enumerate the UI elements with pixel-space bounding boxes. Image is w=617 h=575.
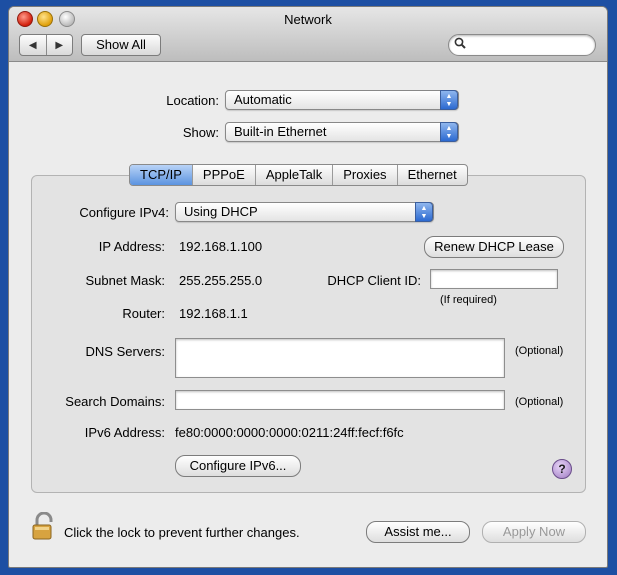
tab-proxies[interactable]: Proxies (332, 165, 396, 185)
forward-arrow-icon[interactable]: ▶ (47, 35, 73, 55)
window-title: Network (284, 12, 332, 27)
dns-servers-field[interactable] (175, 338, 505, 378)
assist-me-button[interactable]: Assist me... (366, 521, 470, 543)
configure-ipv4-label: Configure IPv4: (79, 205, 169, 220)
tab-ethernet[interactable]: Ethernet (396, 165, 467, 185)
dns-servers-label: DNS Servers: (85, 344, 165, 359)
show-value: Built-in Ethernet (234, 124, 327, 139)
popup-arrows-icon: ▲ ▼ (415, 202, 433, 222)
dhcp-client-id-field[interactable] (430, 269, 558, 289)
ip-address-label: IP Address: (98, 239, 165, 254)
network-preferences-window: Network ◀ ▶ Show All Location: Automatic… (8, 6, 608, 568)
padlock-icon[interactable] (31, 511, 57, 540)
dns-optional-note: (Optional) (515, 345, 564, 357)
router-value: 192.168.1.1 (179, 306, 248, 321)
if-required-note: (If required) (440, 294, 497, 306)
ipv6-address-value: fe80:0000:0000:0000:0211:24ff:fecf:f6fc (175, 425, 404, 440)
tab-pppoe[interactable]: PPPoE (191, 165, 255, 185)
search-domains-label: Search Domains: (65, 394, 165, 409)
show-label: Show: (182, 125, 219, 140)
configure-ipv4-value: Using DHCP (184, 204, 258, 219)
ipv6-address-label: IPv6 Address: (84, 425, 165, 440)
show-popup[interactable]: Built-in Ethernet ▲ ▼ (225, 122, 459, 142)
search-field[interactable] (448, 34, 596, 56)
help-icon[interactable]: ? (552, 459, 572, 479)
location-popup[interactable]: Automatic ▲ ▼ (225, 90, 459, 110)
ip-address-value: 192.168.1.100 (179, 239, 263, 254)
search-domains-field[interactable] (175, 390, 505, 410)
apply-now-button[interactable]: Apply Now (482, 521, 586, 543)
show-all-button[interactable]: Show All (81, 34, 161, 56)
popup-arrows-icon: ▲ ▼ (440, 122, 458, 142)
search-input[interactable] (469, 37, 591, 54)
popup-arrows-icon: ▲ ▼ (440, 90, 458, 110)
tab-content-panel (31, 175, 586, 493)
back-arrow-icon[interactable]: ◀ (20, 35, 47, 55)
title-bar: Network ◀ ▶ Show All (9, 7, 607, 62)
tab-appletalk[interactable]: AppleTalk (254, 165, 332, 185)
configure-ipv4-popup[interactable]: Using DHCP ▲ ▼ (175, 202, 434, 222)
location-label: Location: (166, 93, 219, 108)
location-value: Automatic (234, 92, 292, 107)
tab-bar: TCP/IP PPPoE AppleTalk Proxies Ethernet (129, 164, 468, 186)
search-optional-note: (Optional) (515, 396, 564, 408)
router-label: Router: (122, 306, 165, 321)
back-forward-control: ◀ ▶ (19, 34, 73, 56)
lock-message: Click the lock to prevent further change… (64, 525, 300, 540)
dhcp-client-id-label: DHCP Client ID: (327, 273, 421, 288)
search-icon (454, 37, 466, 52)
subnet-mask-label: Subnet Mask: (85, 273, 166, 288)
tab-tcpip[interactable]: TCP/IP (130, 165, 192, 185)
subnet-mask-value: 255.255.255.0 (179, 273, 263, 288)
renew-dhcp-lease-button[interactable]: Renew DHCP Lease (424, 236, 564, 258)
configure-ipv6-button[interactable]: Configure IPv6... (175, 455, 301, 477)
